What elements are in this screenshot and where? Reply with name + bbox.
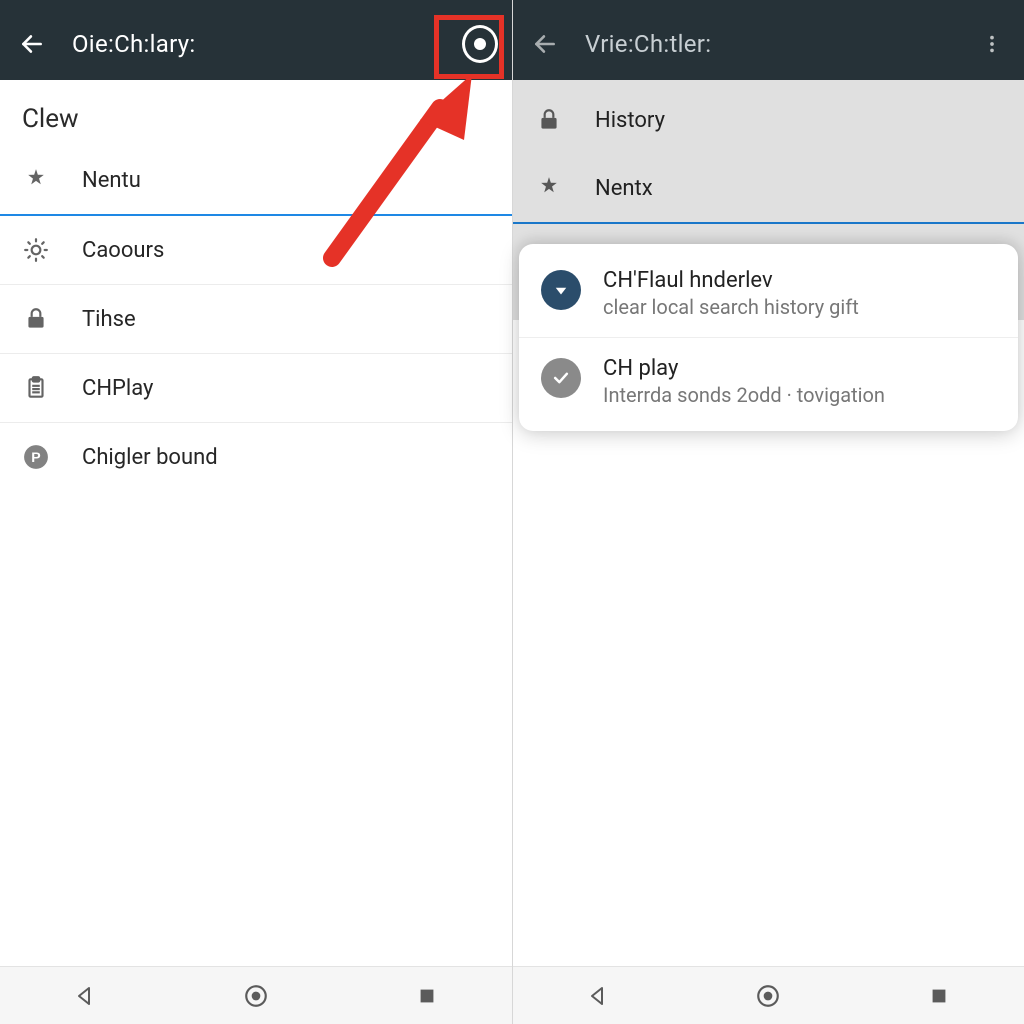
sun-icon: [22, 236, 50, 264]
nav-recents[interactable]: [405, 974, 449, 1018]
nav-back[interactable]: [63, 974, 107, 1018]
arrow-back-icon: [19, 31, 45, 57]
check-circle-icon: [541, 358, 581, 398]
settings-row-tihse[interactable]: Tihse: [0, 285, 512, 354]
p-circle-icon: P: [22, 443, 50, 471]
settings-row-caoours[interactable]: Caoours: [0, 216, 512, 285]
target-icon: [462, 25, 498, 63]
nav-back[interactable]: [576, 974, 620, 1018]
more-vert-icon: [981, 33, 1003, 55]
row-label: Chigler bound: [82, 445, 218, 470]
app-bar: Oie:Ch:lary:: [0, 8, 512, 80]
bottom-sheet: CH'Flaul hnderlev clear local search his…: [519, 244, 1018, 431]
status-bar: [0, 0, 512, 8]
row-label: Tihse: [82, 307, 136, 332]
square-recents-icon: [928, 985, 950, 1007]
clipboard-icon: [22, 374, 50, 402]
lock-icon: [22, 305, 50, 333]
sheet-item-chplay[interactable]: CH play Interrda sonds 2odd · tovigation: [519, 337, 1018, 425]
back-button[interactable]: [14, 26, 50, 62]
screenshot-pair: Oie:Ch:lary: Clew Nentu Caoours: [0, 0, 1024, 1024]
settings-row-nentu[interactable]: Nentu: [0, 146, 512, 216]
back-button[interactable]: [527, 26, 563, 62]
circle-home-icon: [243, 983, 269, 1009]
asterisk-icon: [22, 166, 50, 194]
settings-row-chigler[interactable]: P Chigler bound: [0, 423, 512, 491]
app-bar: Vrie:Ch:tler:: [513, 8, 1024, 80]
nav-home[interactable]: [746, 974, 790, 1018]
status-bar: [513, 0, 1024, 8]
settings-body: Clew Nentu Caoours Tihse: [0, 80, 512, 966]
settings-row-chplay[interactable]: CHPlay: [0, 354, 512, 423]
circle-home-icon: [755, 983, 781, 1009]
sheet-item-subtitle: Interrda sonds 2odd · tovigation: [603, 383, 885, 407]
record-button[interactable]: [462, 26, 498, 62]
arrow-back-icon: [532, 31, 558, 57]
row-label: Caoours: [82, 238, 164, 263]
svg-text:P: P: [31, 449, 40, 465]
row-label: Nentu: [82, 168, 141, 193]
nav-home[interactable]: [234, 974, 278, 1018]
overflow-menu-button[interactable]: [974, 26, 1010, 62]
row-label: CHPlay: [82, 376, 153, 401]
sheet-item-subtitle: clear local search history gift: [603, 295, 859, 319]
android-navbar: [0, 966, 512, 1024]
triangle-back-icon: [586, 984, 610, 1008]
triangle-back-icon: [73, 984, 97, 1008]
section-header: Clew: [0, 80, 512, 146]
sheet-item-clear-history[interactable]: CH'Flaul hnderlev clear local search his…: [519, 250, 1018, 337]
appbar-title: Oie:Ch:lary:: [72, 30, 440, 58]
android-navbar: [513, 966, 1024, 1024]
phone-left: Oie:Ch:lary: Clew Nentu Caoours: [0, 0, 512, 1024]
download-circle-icon: [541, 270, 581, 310]
square-recents-icon: [416, 985, 438, 1007]
sheet-item-title: CH play: [603, 356, 885, 381]
appbar-title: Vrie:Ch:tler:: [585, 30, 952, 58]
settings-body: History Nentx: [513, 80, 1024, 966]
nav-recents[interactable]: [917, 974, 961, 1018]
sheet-item-title: CH'Flaul hnderlev: [603, 268, 859, 293]
phone-right: Vrie:Ch:tler: History: [512, 0, 1024, 1024]
